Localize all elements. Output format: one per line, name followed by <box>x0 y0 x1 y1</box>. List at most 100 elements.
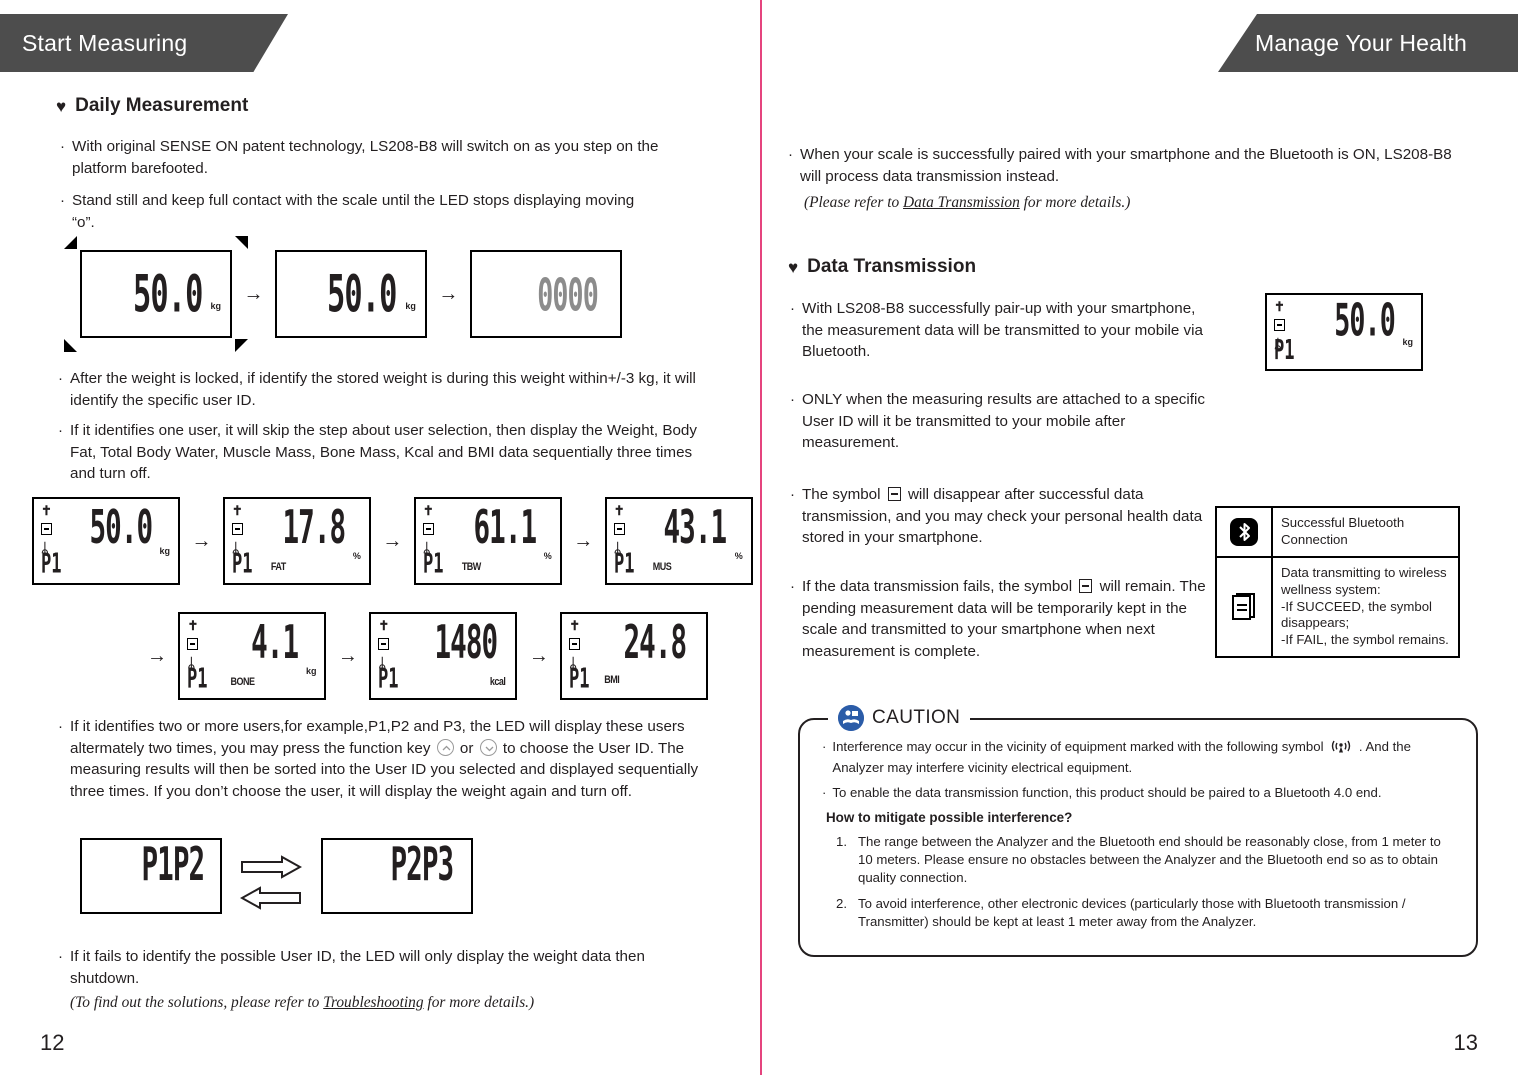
function-key-up-icon[interactable] <box>436 738 454 756</box>
boot-sequence-diagram: 50.0 kg → 50.0 kg → 0000 <box>64 236 622 352</box>
led-value: P1P2 <box>141 838 205 893</box>
bullet-marker: · <box>58 948 63 965</box>
person-icon: ✝ <box>41 503 52 518</box>
led-metric-label: BMI <box>604 672 620 686</box>
bullet-paired-scale: · When your scale is successfully paired… <box>788 144 1456 187</box>
note-link-troubleshooting[interactable]: Troubleshooting <box>323 994 423 1011</box>
bullet-pair-up: · With LS208-B8 successfully pair-up wit… <box>790 298 1220 363</box>
troubleshooting-note: (To find out the solutions, please refer… <box>70 992 730 1014</box>
caution-item-1: 1. The range between the Analyzer and th… <box>836 833 1454 886</box>
bullet-marker: · <box>788 146 793 163</box>
caution-bullet-interference: · Interference may occur in the vicinity… <box>822 738 1454 777</box>
caution-label: CAUTION <box>828 705 971 731</box>
bullet-text: With LS208-B8 successfully pair-up with … <box>802 300 1203 361</box>
led-value: 24.8 <box>623 616 687 671</box>
document-front-page <box>1232 595 1251 620</box>
function-key-down-icon[interactable] <box>479 738 497 756</box>
led-user-id: P1 <box>187 663 209 695</box>
document-icon <box>231 523 243 535</box>
led-display-boot-2: 50.0 kg <box>274 250 427 338</box>
corner-arrow-br-icon <box>235 339 248 352</box>
legend-row-document: Data transmitting to wireless wellness s… <box>1217 557 1458 657</box>
led-unit: kg <box>405 301 416 311</box>
led-unit: % <box>734 551 743 561</box>
led-display-bmi: ✝ ᛦ 24.8 BMI P1 <box>560 612 709 700</box>
bullet-stand-still: · Stand still and keep full contact with… <box>60 190 660 233</box>
document-icon <box>422 523 434 535</box>
document-icon <box>1274 319 1285 331</box>
caution-manual-icon <box>838 705 864 731</box>
caution-text-prefix: Interference may occur in the vicinity o… <box>832 739 1324 754</box>
flow-arrow-icon: → <box>382 530 403 552</box>
caution-bullet-text: Interference may occur in the vicinity o… <box>832 738 1454 777</box>
metrics-sequence-row-2: → ✝ ᛦ 4.1 kg BONE P1 → ✝ ᛦ 1480 kcal P1 … <box>140 612 709 700</box>
bullet-text: If it fails to identify the possible Use… <box>70 948 645 987</box>
document-icon <box>613 523 625 535</box>
flow-arrow-icon: → <box>243 283 264 305</box>
banner-start-measuring: Start Measuring <box>0 14 288 72</box>
bullet-marker: · <box>58 718 63 735</box>
symbol-legend-table: Successful Bluetooth Connection Data tra… <box>1215 506 1460 659</box>
bluetooth-icon <box>1230 517 1258 546</box>
caution-question: How to mitigate possible interference? <box>826 810 1073 826</box>
led-user-id: P1 <box>569 663 590 695</box>
note-prefix: (Please refer to <box>804 194 904 211</box>
bullet-text: Stand still and keep full contact with t… <box>72 192 635 231</box>
led-value: 0000 <box>537 268 598 322</box>
corner-arrow-tl-icon <box>64 236 77 249</box>
led-value: P2P3 <box>390 838 454 893</box>
person-icon: ✝ <box>231 503 243 518</box>
person-icon: ✝ <box>613 503 625 518</box>
section-title-text: Data Transmission <box>807 256 977 277</box>
bullet-symbol-remain: · If the data transmission fails, the sy… <box>790 576 1210 662</box>
led-metric-label: MUS <box>652 559 672 573</box>
caution-section: CAUTION · Interference may occur in the … <box>798 705 1478 957</box>
banner-right-label: Manage Your Health <box>1254 29 1468 56</box>
document-icon <box>1232 593 1256 621</box>
led-display-bone: ✝ ᛦ 4.1 kg BONE P1 <box>178 612 327 700</box>
symbol-text-prefix: If the data transmission fails, the symb… <box>802 578 1073 595</box>
flow-arrow-icon: → <box>191 530 212 552</box>
heart-icon: ♥ <box>56 96 67 116</box>
bullet-marker: · <box>790 391 795 408</box>
document-icon <box>41 523 52 535</box>
led-metric-label: BONE <box>230 674 255 688</box>
section-heading-data-transmission: ♥ Data Transmission <box>788 256 976 278</box>
bullet-text: If it identifies one user, it will skip … <box>70 422 697 483</box>
metrics-sequence-row-1: ✝ ᛦ 50.0 kg P1 → ✝ ᛦ 17.8 % FAT P1 → ✝ ᛦ… <box>32 497 753 585</box>
data-transmission-note: (Please refer to Data Transmission for m… <box>804 192 1454 214</box>
page-number-left: 12 <box>40 1030 65 1055</box>
item-text: The range between the Analyzer and the B… <box>858 834 1441 886</box>
person-icon: ✝ <box>422 503 434 518</box>
section-heading-daily-measurement: ♥ Daily Measurement <box>56 95 248 117</box>
document-line <box>1237 609 1247 611</box>
led-unit: % <box>543 551 552 561</box>
corner-arrow-tr-icon <box>235 236 248 249</box>
user-id-toggle-diagram: P1P2 P2P3 <box>80 838 473 914</box>
bidirectional-arrows-icon <box>226 854 316 911</box>
banner-left-label: Start Measuring <box>22 29 188 56</box>
legend-text: Data transmitting to wireless wellness s… <box>1281 564 1449 648</box>
bullet-weight-locked: · After the weight is locked, if identif… <box>58 368 730 411</box>
person-icon: ✝ <box>378 618 390 633</box>
caution-bullet-bluetooth40: · To enable the data transmission functi… <box>822 784 1454 802</box>
led-display-transmission-wrap: ✝ ᛦ 50.0 kg P1 <box>1265 293 1423 371</box>
led-display-boot-3: 0000 <box>469 250 622 338</box>
caution-bullet-text: To enable the data transmission function… <box>832 784 1382 800</box>
led-user-id: P1 <box>1274 334 1295 366</box>
led-value: 1480 <box>434 616 499 671</box>
bullet-marker: · <box>790 300 795 317</box>
bullet-multi-user: · If it identifies two or more users,for… <box>58 716 726 802</box>
caution-box: · Interference may occur in the vicinity… <box>798 718 1478 957</box>
note-link-data-transmission[interactable]: Data Transmission <box>903 194 1020 211</box>
bullet-text: When your scale is successfully paired w… <box>800 146 1452 185</box>
led-value: 43.1 <box>663 501 728 556</box>
led-user-id: P1 <box>231 548 253 580</box>
bullet-marker: · <box>58 370 63 387</box>
corner-arrow-bl-icon <box>64 339 77 352</box>
symbol-text-prefix: The symbol <box>802 486 881 503</box>
led-unit: % <box>352 551 361 561</box>
flow-arrow-icon: → <box>573 530 594 552</box>
document-line <box>1237 604 1247 606</box>
led-unit: kg <box>305 666 317 676</box>
